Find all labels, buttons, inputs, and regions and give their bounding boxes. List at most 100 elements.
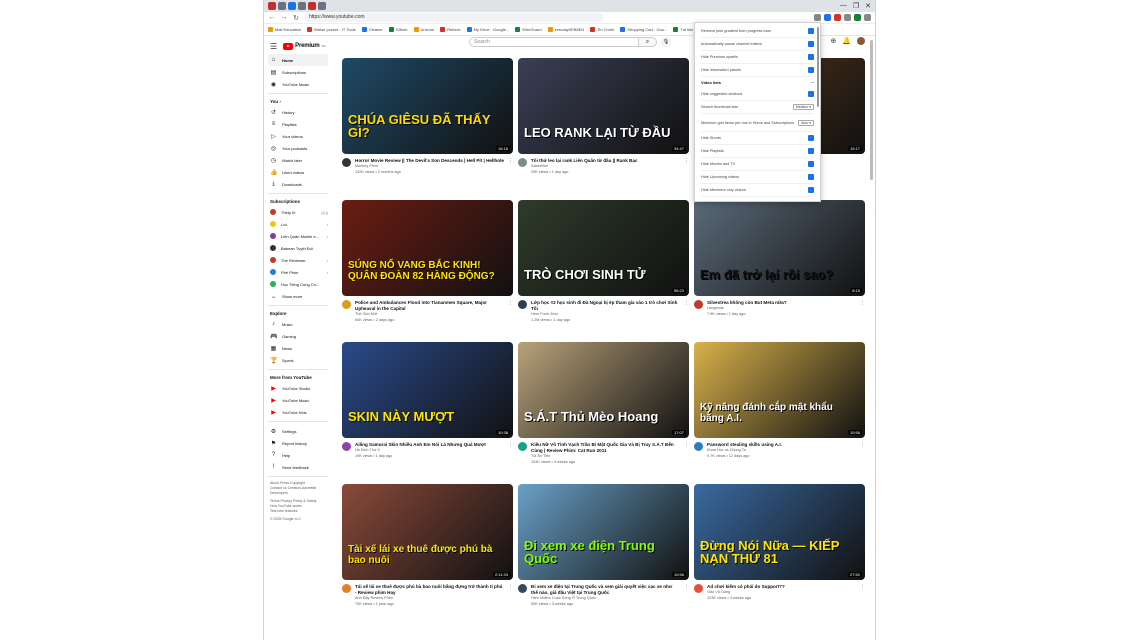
video-thumbnail[interactable]: Đừng Nói Nữa — KIẾP NẠN THỨ 81 27:52 xyxy=(694,484,865,580)
sidebar-item[interactable]: ▶ YouTube Kids xyxy=(268,406,328,418)
video-thumbnail[interactable]: Kỹ năng đánh cắp mật khẩu bằng A.I. 10:56 xyxy=(694,342,865,438)
tab-icon[interactable] xyxy=(318,2,326,10)
bookmark-item[interactable]: Relieve xyxy=(440,27,461,32)
checkbox-checked[interactable] xyxy=(808,161,814,167)
grid-items-select[interactable]: Auto ▾ xyxy=(798,119,814,126)
sidebar-item[interactable]: LoL • xyxy=(268,218,328,230)
extension-icon[interactable] xyxy=(814,14,821,21)
extension-icon[interactable] xyxy=(844,14,851,21)
checkbox-checked[interactable] xyxy=(808,54,814,60)
bookmark-item[interactable]: zeroday0EB8EN xyxy=(547,27,584,32)
tab-icon[interactable] xyxy=(278,2,286,10)
voice-search-button[interactable]: 🎙 xyxy=(661,37,671,47)
channel-avatar[interactable] xyxy=(694,442,703,451)
sidebar-item[interactable]: ⚑ Report history xyxy=(268,437,328,449)
footer-line[interactable]: Developers xyxy=(270,491,328,496)
video-card[interactable]: Tài xế lái xe thuê được phú bà bao nuôi 2… xyxy=(342,484,513,626)
more-options-icon[interactable]: ⋮ xyxy=(860,300,865,317)
sidebar-section-heading[interactable]: Explore xyxy=(270,311,328,316)
more-options-icon[interactable]: ⋮ xyxy=(684,158,689,175)
sidebar-item[interactable]: ▷ Your videos xyxy=(268,130,328,142)
channel-avatar[interactable] xyxy=(342,442,351,451)
settings-section-heading[interactable]: Video lists − xyxy=(701,77,814,88)
video-card[interactable]: CHÚA GIÊSU ĐÃ THẤY GÌ? 16:18 Horror Movie … xyxy=(342,58,513,200)
youtube-tab-icon[interactable] xyxy=(268,2,276,10)
footer-line[interactable]: © 2025 Google LLC xyxy=(270,517,328,522)
sidebar-item[interactable]: Phê Phim • xyxy=(268,266,328,278)
menu-icon[interactable]: ☰ xyxy=(270,42,277,51)
sidebar-item[interactable]: 👍 Liked videos xyxy=(268,166,328,178)
video-thumbnail[interactable]: SKIN NÀY MƯỢT 10:38 xyxy=(342,342,513,438)
sidebar-item[interactable]: ⌂ Home xyxy=(268,54,328,66)
youtube-logo[interactable]: Premium VN xyxy=(283,42,326,50)
sidebar-item[interactable]: Liên Quân Mobile e... • xyxy=(268,230,328,242)
bookmark-item[interactable]: Shopping Cart - Goo... xyxy=(620,27,667,32)
video-card[interactable]: S.Á.T Thủ Mèo Hoang 17:07 Kiều Nữ Vô Tình … xyxy=(518,342,689,484)
extension-icon[interactable] xyxy=(834,14,841,21)
sidebar-item[interactable]: ◉ YouTube Music xyxy=(268,78,328,90)
video-card[interactable]: LEO RANK LẠI TỪ ĐẦU 34:47 Tôi thử leo lại … xyxy=(518,58,689,200)
channel-avatar[interactable] xyxy=(342,158,351,167)
bookmark-item[interactable]: Mail Education xyxy=(268,27,301,32)
video-title[interactable]: Kiều Nữ Vô Tình Vạch Trần Bí Mật Quốc Gi… xyxy=(531,442,680,454)
popup-scrollbar[interactable] xyxy=(817,27,819,107)
notifications-icon[interactable]: 🔔 xyxy=(842,37,851,45)
video-title[interactable]: Đi xem xe điện tại Trung Quốc và xem giả… xyxy=(531,584,680,596)
video-card[interactable]: Đi xem xe điện Trung Quốc 10:56 Đi xem xe … xyxy=(518,484,689,626)
page-scrollbar[interactable] xyxy=(870,40,873,180)
sidebar-item[interactable]: ◎ Your podcasts xyxy=(268,142,328,154)
video-thumbnail[interactable]: LEO RANK LẠI TỪ ĐẦU 34:47 xyxy=(518,58,689,154)
sidebar-item[interactable]: Thirty III ((•)) xyxy=(268,206,328,218)
sidebar-item[interactable]: ▦ News xyxy=(268,342,328,354)
sidebar-item[interactable]: ! Send feedback xyxy=(268,461,328,473)
video-title[interactable]: Lớp học #2 học sinh đi Đà Ngoại bị ép th… xyxy=(531,300,680,312)
sidebar-item[interactable]: 🏆 Sports xyxy=(268,354,328,366)
more-options-icon[interactable]: ⋮ xyxy=(684,300,689,323)
minimize-button[interactable]: — xyxy=(840,2,847,10)
video-card[interactable]: Em đã trở lại rồi sao? 8:15 Silvestrea khô… xyxy=(694,200,865,342)
video-card[interactable]: SÚNG NỔ VANG BẮC KINH! QUÂN ĐOÀN 82 HÀNG… xyxy=(342,200,513,342)
more-options-icon[interactable]: ⋮ xyxy=(508,584,513,607)
sidebar-item[interactable]: ⚙ Settings xyxy=(268,425,328,437)
forward-icon[interactable]: → xyxy=(280,14,288,21)
show-more-button[interactable]: ⌄ Show more xyxy=(268,290,328,302)
channel-avatar[interactable] xyxy=(342,300,351,309)
checkbox-checked[interactable] xyxy=(808,187,814,193)
maximize-button[interactable]: ❐ xyxy=(853,2,859,10)
search-input[interactable]: Search xyxy=(469,37,639,47)
video-thumbnail[interactable]: SÚNG NỔ VANG BẮC KINH! QUÂN ĐOÀN 82 HÀNG… xyxy=(342,200,513,296)
bookmark-item[interactable]: My Drive - Google... xyxy=(466,27,509,32)
checkbox-checked[interactable] xyxy=(808,148,814,154)
checkbox-checked[interactable] xyxy=(808,28,814,34)
checkbox-checked[interactable] xyxy=(808,135,814,141)
avatar[interactable] xyxy=(857,37,865,45)
channel-avatar[interactable] xyxy=(342,584,351,593)
extension-icon[interactable] xyxy=(824,14,831,21)
checkbox-checked[interactable] xyxy=(808,91,814,97)
sidebar-item[interactable]: Học Tiếng Cùng Ch... xyxy=(268,278,328,290)
channel-avatar[interactable] xyxy=(518,442,527,451)
url-field[interactable]: https://www.youtube.com xyxy=(304,13,604,22)
sidebar-section-heading[interactable]: You › xyxy=(270,99,328,104)
sidebar-item[interactable]: ? Help xyxy=(268,449,328,461)
video-thumbnail[interactable]: Đi xem xe điện Trung Quốc 10:56 xyxy=(518,484,689,580)
video-card[interactable]: TRÒ CHƠI SINH TỬ 56:23 Lớp học #2 học sinh… xyxy=(518,200,689,342)
video-card[interactable]: Kỹ năng đánh cắp mật khẩu bằng A.I. 10:56… xyxy=(694,342,865,484)
bookmark-item[interactable]: Cleaner xyxy=(361,27,383,32)
checkbox-checked[interactable] xyxy=(808,67,814,73)
sidebar-item[interactable]: ▶ YouTube Music xyxy=(268,394,328,406)
bookmark-item[interactable]: WireGuard xyxy=(515,27,542,32)
sidebar-item[interactable]: Batman Tuyệt Đối xyxy=(268,242,328,254)
channel-avatar[interactable] xyxy=(694,584,703,593)
sidebar-section-heading[interactable]: More from YouTube xyxy=(270,375,328,380)
tab-icon[interactable] xyxy=(298,2,306,10)
close-button[interactable]: ✕ xyxy=(865,2,871,10)
search-button[interactable]: ⌕ xyxy=(639,37,657,47)
more-options-icon[interactable]: ⋮ xyxy=(684,584,689,607)
tab-icon[interactable] xyxy=(308,2,316,10)
more-options-icon[interactable]: ⋮ xyxy=(860,442,865,459)
reload-icon[interactable]: ↻ xyxy=(292,14,300,22)
extension-icon[interactable] xyxy=(864,14,871,21)
sidebar-item[interactable]: The Reviewer • xyxy=(268,254,328,266)
video-title[interactable]: Police and Ambulances Flood into Tiananm… xyxy=(355,300,504,312)
